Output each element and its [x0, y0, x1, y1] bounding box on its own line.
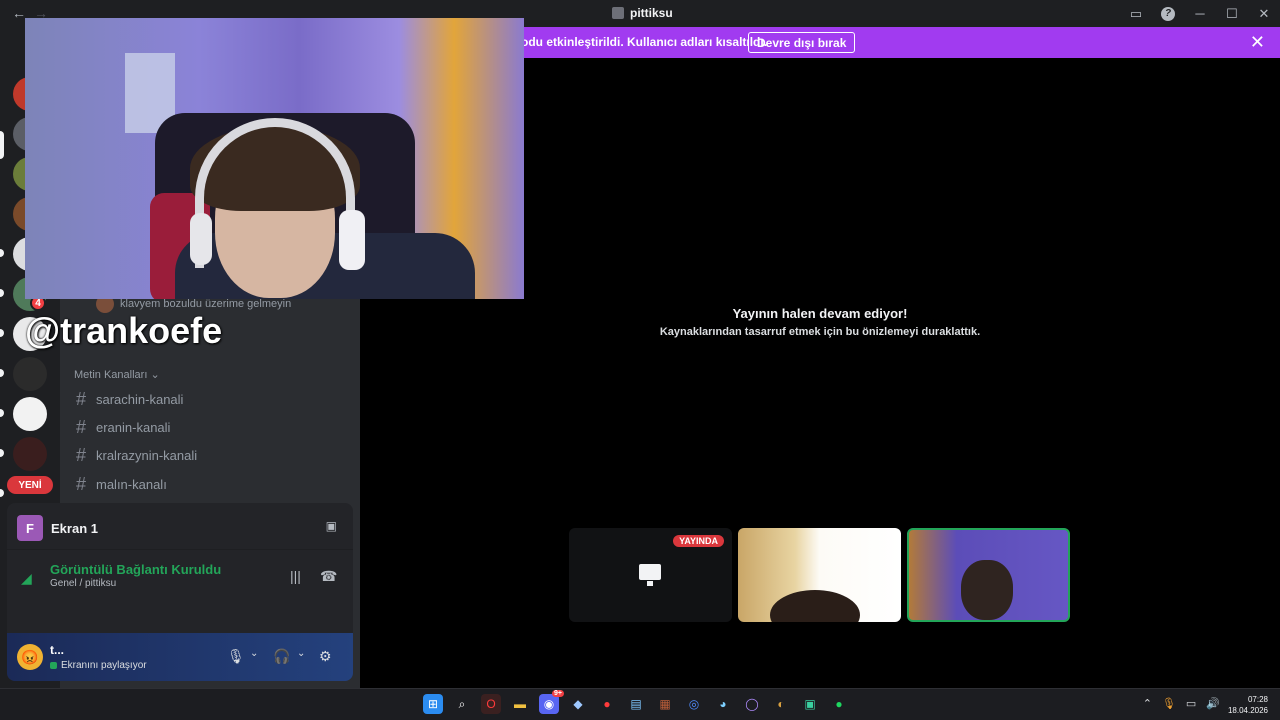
voice-status: ◢ Görüntülü Bağlantı Kuruldu Genel / pit… — [7, 549, 353, 670]
unread-indicator — [0, 489, 4, 497]
channel-item[interactable]: # kralrazynin-kanali — [74, 442, 354, 468]
username[interactable]: t... — [50, 643, 64, 657]
channel-item[interactable]: # malın-kanalı — [74, 471, 354, 497]
window-title: pittiksu — [612, 6, 673, 20]
opera-icon[interactable]: O — [481, 694, 501, 714]
unread-indicator — [0, 329, 4, 337]
back-arrow-icon[interactable]: ← — [12, 5, 26, 21]
webcam-overlay — [25, 18, 524, 299]
notification-badge: 9+ — [552, 690, 564, 697]
help-icon[interactable]: ? — [1152, 0, 1184, 27]
selected-indicator — [0, 131, 4, 159]
unread-indicator — [0, 289, 4, 297]
browser-icon[interactable]: ◕ — [713, 694, 733, 714]
windows-start-icon[interactable]: ⊞ — [423, 694, 443, 714]
headphone-band — [195, 118, 355, 268]
banner-text: odu etkinleştirildi. Kullanıcı adları kı… — [521, 35, 768, 49]
search-icon[interactable]: ⌕ — [452, 694, 472, 714]
unread-indicator — [0, 409, 4, 417]
participant-video — [961, 560, 1013, 620]
disable-button[interactable]: Devre dışı bırak — [748, 32, 856, 53]
headphone-ear — [339, 210, 365, 270]
maximize-button[interactable]: ☐ — [1216, 0, 1248, 27]
live-badge: YAYINDA — [673, 535, 724, 547]
disconnect-icon[interactable]: ☎ — [320, 568, 337, 585]
hash-icon: # — [75, 388, 86, 409]
unread-indicator — [0, 249, 4, 257]
chevron-down-icon[interactable]: ⌄ — [297, 648, 305, 659]
stream-paused-subtitle: Kaynaklarından tasarruf etmek için bu ön… — [659, 326, 981, 338]
app-icon[interactable]: ● — [597, 694, 617, 714]
stop-stream-icon[interactable]: ▣ — [326, 519, 337, 533]
monitor-icon — [639, 564, 661, 586]
participant-tile[interactable] — [738, 528, 901, 622]
window-controls: ▭ ? ─ ☐ ✕ — [1120, 0, 1280, 27]
discord-icon[interactable]: ◉ 9+ — [539, 690, 564, 714]
server-icon[interactable] — [13, 357, 47, 391]
voice-panel: F Ekran 1 ▣ ◢ Görüntülü Bağlantı Kuruldu… — [7, 503, 353, 681]
voice-location[interactable]: Genel / pittiksu — [50, 578, 116, 589]
app-icon[interactable]: ◎ — [684, 694, 704, 714]
volume-icon[interactable]: 🔊 — [1206, 697, 1220, 710]
inbox-icon[interactable]: ▭ — [1120, 0, 1152, 27]
archive-icon[interactable]: ▦ — [655, 694, 675, 714]
app-icon[interactable]: ◯ — [742, 694, 762, 714]
participant-video — [770, 590, 860, 622]
microphone-icon[interactable]: 🎙 — [227, 648, 245, 665]
user-status: Ekranını paylaşıyor — [50, 660, 147, 671]
stream-paused-title: Yayının halen devam ediyor! — [732, 306, 908, 321]
network-icon[interactable]: ▭ — [1186, 697, 1196, 710]
app-icon[interactable]: ▣ — [800, 694, 820, 714]
screen-share-status-icon — [50, 662, 57, 669]
headphones-icon[interactable]: 🎧 — [273, 648, 290, 665]
channel-item[interactable]: # eranin-kanali — [74, 414, 354, 440]
voice-status-title[interactable]: Görüntülü Bağlantı Kuruldu — [50, 562, 221, 577]
unread-indicator — [0, 449, 4, 457]
chevron-down-icon: ⌄ — [150, 369, 160, 381]
server-icon — [612, 7, 624, 19]
noise-suppression-icon[interactable]: ||| — [290, 568, 301, 584]
gear-icon[interactable]: ⚙ — [319, 648, 332, 665]
hash-icon: # — [75, 473, 86, 494]
folder-icon[interactable]: ▬ — [510, 694, 530, 714]
stream-tile[interactable]: YAYINDA — [569, 528, 732, 622]
stream-source-icon: F — [17, 515, 43, 541]
chevron-up-icon[interactable]: ⌃ — [1143, 697, 1152, 710]
hash-icon: # — [75, 444, 86, 465]
stream-source[interactable]: F Ekran 1 — [17, 515, 98, 541]
unread-indicator — [0, 369, 4, 377]
clock[interactable]: 07:28 18.04.2026 — [1228, 694, 1268, 716]
minimize-button[interactable]: ─ — [1184, 0, 1216, 27]
text-channels-header[interactable]: Metin Kanalları ⌄ — [74, 368, 160, 381]
user-bar: 😡 t... Ekranını paylaşıyor 🎙 ⌄ 🎧 ⌄ ⚙ — [7, 633, 353, 681]
close-icon[interactable]: ✕ — [1250, 32, 1265, 53]
avatar[interactable]: 😡 — [17, 644, 43, 670]
app-icon[interactable]: ◐ — [771, 694, 791, 714]
system-tray: ⌃ 🎙 ▭ 🔊 — [1143, 697, 1220, 710]
new-badge: YENİ — [7, 476, 53, 494]
stream-source-label: Ekran 1 — [51, 520, 98, 536]
close-window-button[interactable]: ✕ — [1248, 0, 1280, 27]
microphone-icon[interactable]: 🎙 — [1162, 697, 1176, 710]
chevron-down-icon[interactable]: ⌄ — [250, 648, 258, 659]
stream-handle-overlay: @trankoefe — [25, 310, 223, 351]
spotify-icon[interactable]: ● — [829, 694, 849, 714]
taskbar-apps: ⊞ ⌕ O ▬ ◉ 9+ ◆ ● ▤ ▦ ◎ ◕ ◯ ◐ ▣ ● — [423, 690, 849, 714]
hash-icon: # — [75, 416, 86, 437]
taskbar: ⊞ ⌕ O ▬ ◉ 9+ ◆ ● ▤ ▦ ◎ ◕ ◯ ◐ ▣ ● ⌃ 🎙 ▭ 🔊 … — [0, 688, 1280, 720]
server-icon[interactable] — [13, 437, 47, 471]
server-icon[interactable] — [13, 397, 47, 431]
app-icon[interactable]: ◆ — [568, 694, 588, 714]
signal-icon[interactable]: ◢ — [21, 570, 32, 587]
channel-item[interactable]: # sarachin-kanali — [74, 386, 354, 412]
participant-tile-speaking[interactable] — [907, 528, 1070, 622]
headphone-ear — [190, 213, 212, 265]
notepad-icon[interactable]: ▤ — [626, 694, 646, 714]
